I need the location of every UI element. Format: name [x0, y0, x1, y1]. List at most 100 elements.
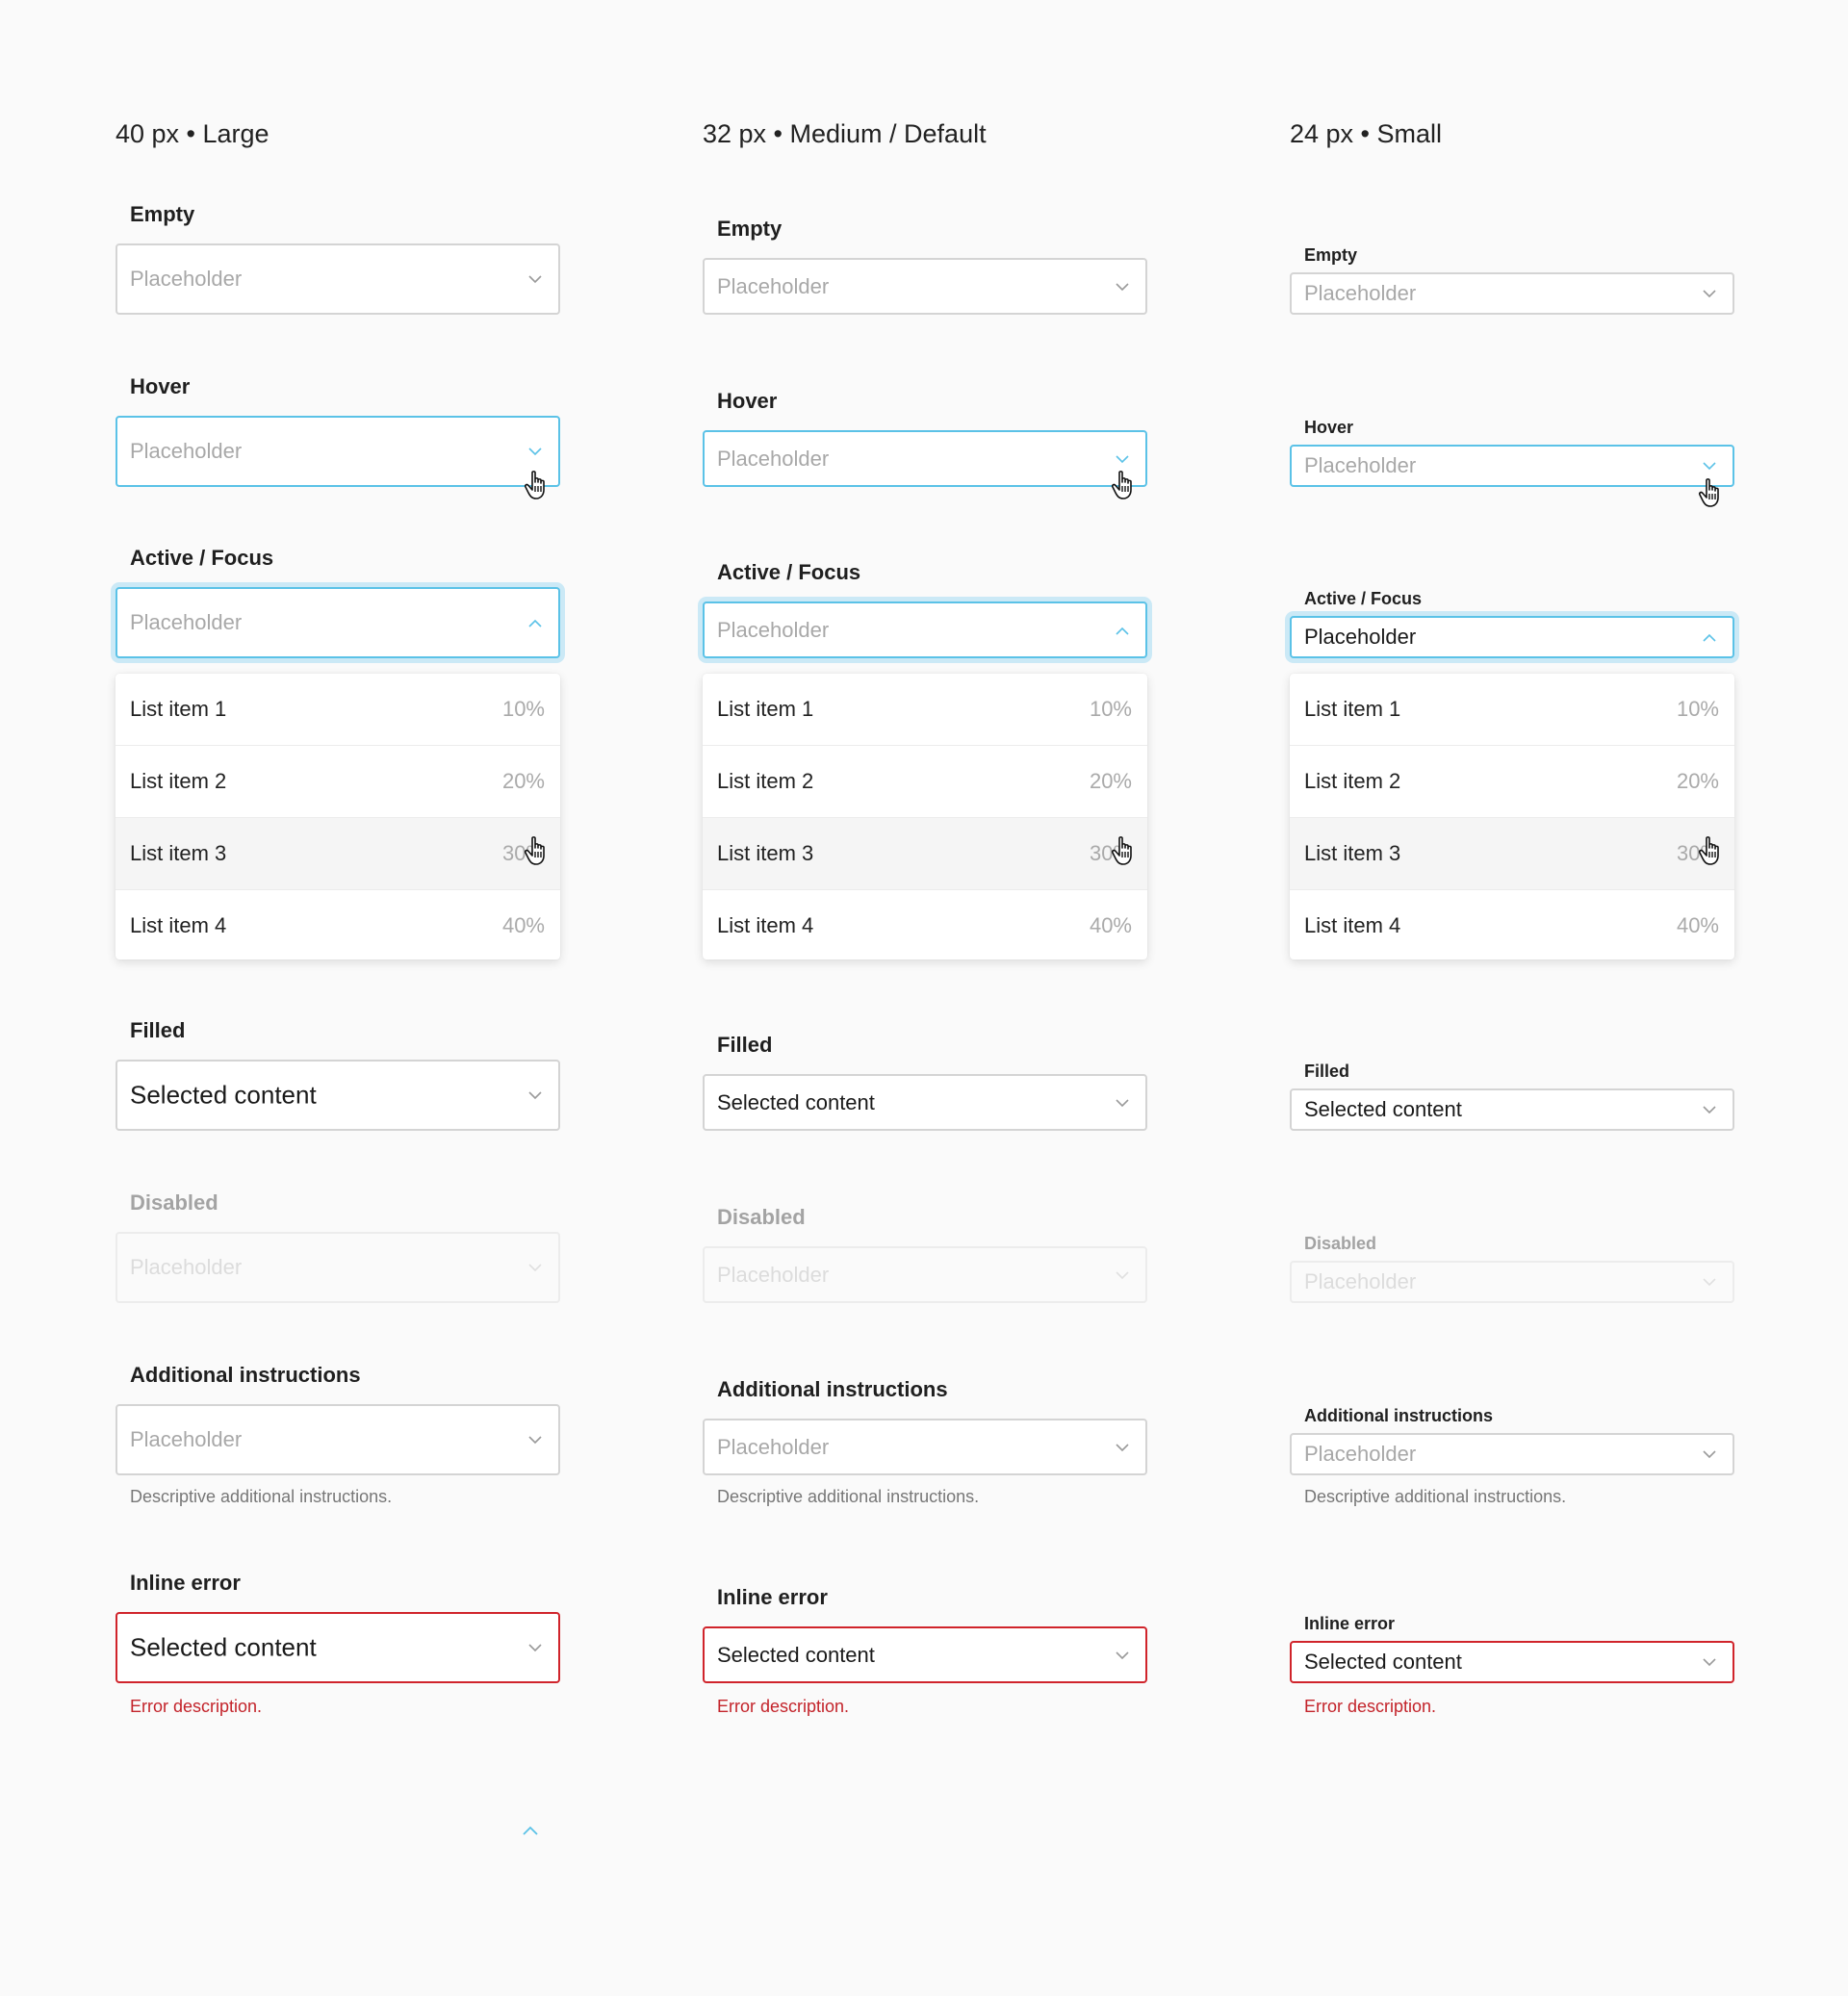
chevron-down-icon: [528, 275, 542, 284]
select-placeholder: Placeholder: [1304, 625, 1417, 649]
list-item[interactable]: List item 4 40%: [116, 890, 560, 960]
chevron-down-icon: [1703, 290, 1716, 298]
field-label: Empty: [130, 202, 195, 226]
column-title: 24 px • Small: [1290, 119, 1443, 148]
error-text: Error description.: [717, 1697, 850, 1716]
select-additional[interactable]: Placeholder: [1290, 1433, 1734, 1475]
column-title: 40 px • Large: [116, 119, 270, 148]
field-label: Active / Focus: [1304, 589, 1423, 608]
dropdown-list: List item 1 10% List item 2 20% List item …: [703, 674, 1147, 960]
field-label: Hover: [1304, 418, 1354, 437]
list-item-label: List item 1: [130, 697, 227, 721]
hand-pointer-icon: [1111, 835, 1138, 866]
field-label: Hover: [130, 374, 191, 398]
select-placeholder: Placeholder: [1304, 1442, 1417, 1466]
list-item[interactable]: List item 4 40%: [1290, 890, 1734, 960]
field-label: Additional instructions: [130, 1363, 361, 1387]
select-empty[interactable]: Placeholder: [116, 243, 560, 315]
list-item[interactable]: List item 2 20%: [703, 746, 1147, 818]
select-error[interactable]: Selected content: [116, 1612, 560, 1683]
list-item-hovered[interactable]: List item 3 30%: [703, 818, 1147, 890]
dropdown-list: List item 1 10% List item 2 20% List item …: [1290, 674, 1734, 960]
select-additional[interactable]: Placeholder: [703, 1419, 1147, 1475]
list-item-value: 10%: [1089, 697, 1132, 721]
list-item-label: List item 4: [130, 913, 227, 937]
select-value: Selected content: [717, 1642, 875, 1667]
select-filled[interactable]: Selected content: [116, 1060, 560, 1131]
chevron-down-icon: [528, 448, 542, 456]
select-error[interactable]: Selected content: [1290, 1641, 1734, 1683]
select-empty[interactable]: Placeholder: [1290, 272, 1734, 315]
dropdown-list: List item 1 10% List item 2 20% List item …: [116, 674, 560, 960]
list-item-label: List item 3: [1304, 841, 1401, 865]
select-disabled: Placeholder: [1290, 1261, 1734, 1303]
field-label: Empty: [1304, 245, 1358, 265]
select-additional[interactable]: Placeholder: [116, 1404, 560, 1475]
chevron-down-icon: [1703, 1278, 1716, 1287]
field-label: Inline error: [717, 1585, 828, 1609]
select-focus[interactable]: Placeholder: [703, 601, 1147, 658]
list-item[interactable]: List item 2 20%: [1290, 746, 1734, 818]
select-placeholder: Placeholder: [130, 610, 243, 634]
field-label: Filled: [717, 1033, 773, 1057]
hand-pointer-icon: [1698, 835, 1725, 866]
select-filled[interactable]: Selected content: [703, 1074, 1147, 1131]
chevron-down-icon: [528, 1091, 542, 1100]
select-placeholder: Placeholder: [717, 446, 830, 471]
list-item-value: 40%: [501, 913, 545, 937]
select-hover[interactable]: Placeholder: [1290, 445, 1734, 487]
list-item[interactable]: List item 1 10%: [116, 674, 560, 746]
list-item[interactable]: List item 1 10%: [703, 674, 1147, 746]
list-item[interactable]: List item 4 40%: [703, 890, 1147, 960]
chevron-down-icon: [1703, 1658, 1716, 1667]
list-item-label: List item 1: [717, 697, 814, 721]
chevron-down-icon: [1116, 1270, 1129, 1280]
select-placeholder: Placeholder: [1304, 1269, 1417, 1293]
helper-text: Descriptive additional instructions.: [717, 1487, 980, 1506]
select-empty[interactable]: Placeholder: [703, 258, 1147, 315]
error-text: Error description.: [1304, 1697, 1437, 1716]
chevron-up-icon: [1703, 633, 1716, 642]
field-label: Inline error: [1304, 1614, 1396, 1633]
list-item-value: 10%: [501, 697, 545, 721]
list-item[interactable]: List item 1 10%: [1290, 674, 1734, 746]
list-item[interactable]: List item 2 20%: [116, 746, 560, 818]
list-item-label: List item 3: [717, 841, 814, 865]
list-item-label: List item 1: [1304, 697, 1401, 721]
chevron-down-icon: [1703, 1450, 1716, 1459]
chevron-up-icon: [528, 619, 542, 627]
field-label: Inline error: [130, 1571, 241, 1595]
select-error[interactable]: Selected content: [703, 1626, 1147, 1683]
list-item-label: List item 4: [717, 913, 814, 937]
list-item-value: 20%: [501, 769, 545, 793]
list-item-hovered[interactable]: List item 3 30%: [1290, 818, 1734, 890]
chevron-up-icon: [1116, 627, 1129, 635]
select-hover[interactable]: Placeholder: [703, 430, 1147, 487]
field-label: Hover: [717, 389, 778, 413]
field-label: Disabled: [130, 1190, 218, 1215]
select-placeholder: Placeholder: [717, 273, 830, 298]
chevron-down-icon: [528, 1436, 542, 1445]
list-item-hovered[interactable]: List item 3 30%: [116, 818, 560, 890]
chevron-down-icon: [1116, 282, 1129, 292]
error-text: Error description.: [130, 1697, 263, 1716]
field-label: Active / Focus: [717, 560, 861, 584]
select-value: Selected content: [717, 1089, 875, 1114]
select-placeholder: Placeholder: [130, 439, 243, 463]
list-item-value: 10%: [1676, 697, 1719, 721]
column-title: 32 px • Medium / Default: [703, 119, 987, 148]
chevron-down-icon: [1116, 1443, 1129, 1452]
select-placeholder: Placeholder: [1304, 281, 1417, 305]
list-item-value: 40%: [1676, 913, 1719, 937]
select-hover[interactable]: Placeholder: [116, 416, 560, 487]
select-focus[interactable]: Placeholder: [116, 587, 560, 658]
hand-pointer-icon: [1111, 470, 1138, 500]
select-value: Selected content: [1304, 1650, 1462, 1674]
field-label: Additional instructions: [717, 1377, 948, 1401]
helper-text: Descriptive additional instructions.: [130, 1487, 393, 1506]
select-filled[interactable]: Selected content: [1290, 1088, 1734, 1131]
select-placeholder: Placeholder: [130, 267, 243, 291]
field-label: Additional instructions: [1304, 1406, 1493, 1425]
select-focus[interactable]: Placeholder: [1290, 616, 1734, 658]
helper-text: Descriptive additional instructions.: [1304, 1487, 1567, 1506]
